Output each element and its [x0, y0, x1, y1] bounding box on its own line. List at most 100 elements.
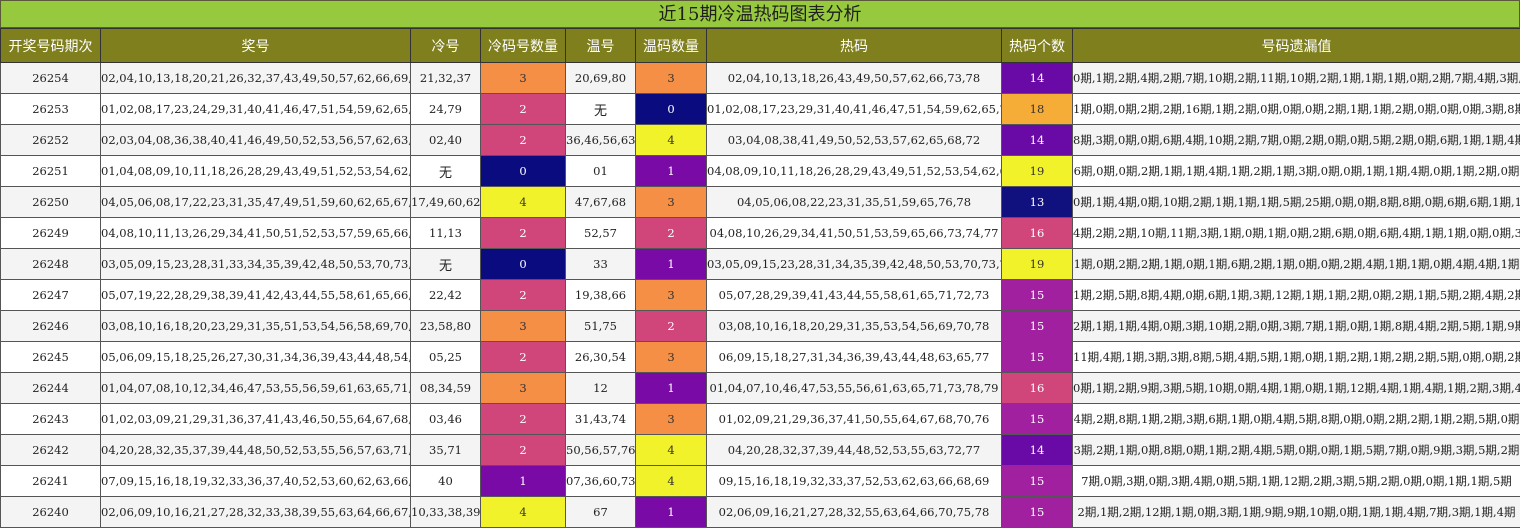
cell-numbers: 01,04,08,09,10,11,18,26,28,29,43,49,51,5… [100, 155, 411, 187]
cell-warm: 26,30,54 [565, 341, 636, 373]
cell-hot: 04,20,28,32,37,39,44,48,52,53,55,63,72,7… [706, 434, 1002, 466]
cell-numbers: 04,05,06,08,17,22,23,31,35,47,49,51,59,6… [100, 186, 411, 218]
cell-hot: 09,15,16,18,19,32,33,37,52,53,62,63,66,6… [706, 465, 1002, 497]
cell-cold-count: 1 [480, 465, 566, 497]
cell-warm: 33 [565, 248, 636, 280]
cell-numbers: 01,02,03,09,21,29,31,36,37,41,43,46,50,5… [100, 403, 411, 435]
header-hot-count: 热码个数 [1001, 28, 1073, 63]
cell-cold: 无 [410, 155, 481, 187]
cell-warm: 01 [565, 155, 636, 187]
cell-numbers: 02,03,04,08,36,38,40,41,46,49,50,52,53,5… [100, 124, 411, 156]
cell-period: 26246 [0, 310, 101, 342]
cell-hot: 01,02,08,17,23,29,31,40,41,46,47,51,54,5… [706, 93, 1002, 125]
cell-warm-count: 1 [635, 372, 707, 404]
cell-warm-count: 3 [635, 341, 707, 373]
header-cold: 冷号 [410, 28, 481, 63]
cell-cold-count: 2 [480, 341, 566, 373]
cell-cold-count: 2 [480, 93, 566, 125]
cell-cold: 02,40 [410, 124, 481, 156]
cell-warm: 31,43,74 [565, 403, 636, 435]
cell-missing: 4期,2期,8期,1期,2期,3期,6期,1期,0期,4期,5期,8期,0期,0… [1072, 403, 1520, 435]
cell-hot: 03,05,09,15,23,28,31,34,35,39,42,48,50,5… [706, 248, 1002, 280]
cell-missing: 3期,2期,1期,0期,8期,0期,1期,2期,4期,5期,0期,0期,1期,5… [1072, 434, 1520, 466]
cell-hot-count: 16 [1001, 217, 1073, 249]
cell-numbers: 04,20,28,32,35,37,39,44,48,50,52,53,55,5… [100, 434, 411, 466]
cell-cold-count: 2 [480, 403, 566, 435]
cell-period: 26243 [0, 403, 101, 435]
cell-hot-count: 15 [1001, 465, 1073, 497]
cell-hot: 02,04,10,13,18,26,43,49,50,57,62,66,73,7… [706, 62, 1002, 94]
table-row: 26242 04,20,28,32,35,37,39,44,48,50,52,53… [0, 434, 1520, 466]
cell-missing: 11期,4期,1期,3期,3期,8期,5期,4期,5期,1期,0期,1期,2期,… [1072, 341, 1520, 373]
cell-cold: 08,34,59 [410, 372, 481, 404]
cell-period: 26242 [0, 434, 101, 466]
cell-period: 26249 [0, 217, 101, 249]
cell-warm-count: 1 [635, 248, 707, 280]
header-hot: 热码 [706, 28, 1002, 63]
cell-hot-count: 16 [1001, 372, 1073, 404]
cell-missing: 2期,1期,1期,4期,0期,3期,10期,2期,0期,3期,7期,1期,0期,… [1072, 310, 1520, 342]
cell-hot: 04,08,10,26,29,34,41,50,51,53,59,65,66,7… [706, 217, 1002, 249]
cell-hot-count: 15 [1001, 403, 1073, 435]
cell-warm-count: 4 [635, 465, 707, 497]
cell-warm: 47,67,68 [565, 186, 636, 218]
cell-warm: 51,75 [565, 310, 636, 342]
cell-cold: 22,42 [410, 279, 481, 311]
cell-cold-count: 2 [480, 434, 566, 466]
cell-cold: 03,46 [410, 403, 481, 435]
cell-hot: 04,08,09,10,11,18,26,28,29,43,49,51,52,5… [706, 155, 1002, 187]
cell-period: 26254 [0, 62, 101, 94]
cell-numbers: 02,06,09,10,16,21,27,28,32,33,38,39,55,6… [100, 496, 411, 528]
cell-warm-count: 4 [635, 434, 707, 466]
cell-numbers: 04,08,10,11,13,26,29,34,41,50,51,52,53,5… [100, 217, 411, 249]
table-row: 26254 02,04,10,13,18,20,21,26,32,37,43,49… [0, 62, 1520, 94]
table-row: 26250 04,05,06,08,17,22,23,31,35,47,49,51… [0, 186, 1520, 218]
cell-warm-count: 3 [635, 62, 707, 94]
cell-numbers: 03,08,10,16,18,20,23,29,31,35,51,53,54,5… [100, 310, 411, 342]
cell-period: 26251 [0, 155, 101, 187]
cell-warm-count: 2 [635, 217, 707, 249]
cell-cold: 35,71 [410, 434, 481, 466]
header-numbers: 奖号 [100, 28, 411, 63]
cell-cold-count: 3 [480, 310, 566, 342]
cell-cold: 17,49,60,62 [410, 186, 481, 218]
hot-cold-table: 开奖号码期次 奖号 冷号 冷码号数量 温号 温码数量 热码 热码个数 号码遗漏值… [0, 28, 1520, 528]
cell-warm: 67 [565, 496, 636, 528]
cell-hot: 01,04,07,10,46,47,53,55,56,61,63,65,71,7… [706, 372, 1002, 404]
cell-warm: 50,56,57,76 [565, 434, 636, 466]
cell-hot-count: 15 [1001, 310, 1073, 342]
cell-missing: 2期,1期,2期,12期,1期,0期,3期,1期,9期,9期,10期,0期,1期… [1072, 496, 1520, 528]
cell-numbers: 02,04,10,13,18,20,21,26,32,37,43,49,50,5… [100, 62, 411, 94]
cell-hot: 06,09,15,18,27,31,34,36,39,43,44,48,63,6… [706, 341, 1002, 373]
cell-hot: 02,06,09,16,21,27,28,32,55,63,64,66,70,7… [706, 496, 1002, 528]
cell-missing: 8期,3期,0期,0期,6期,4期,10期,2期,7期,0期,2期,0期,0期,… [1072, 124, 1520, 156]
cell-numbers: 05,06,09,15,18,25,26,27,30,31,34,36,39,4… [100, 341, 411, 373]
table-body: 26254 02,04,10,13,18,20,21,26,32,37,43,49… [0, 62, 1520, 528]
cell-hot-count: 14 [1001, 434, 1073, 466]
cell-cold-count: 4 [480, 496, 566, 528]
cell-hot-count: 15 [1001, 279, 1073, 311]
cell-warm: 19,38,66 [565, 279, 636, 311]
cell-period: 26252 [0, 124, 101, 156]
cell-period: 26248 [0, 248, 101, 280]
header-warm-count: 温码数量 [635, 28, 707, 63]
cell-missing: 7期,0期,3期,0期,3期,4期,0期,5期,1期,12期,2期,3期,5期,… [1072, 465, 1520, 497]
table-row: 26246 03,08,10,16,18,20,23,29,31,35,51,53… [0, 310, 1520, 342]
cell-warm-count: 1 [635, 496, 707, 528]
cell-missing: 6期,0期,0期,2期,1期,1期,4期,1期,2期,1期,3期,0期,0期,1… [1072, 155, 1520, 187]
cell-warm: 36,46,56,63 [565, 124, 636, 156]
cell-hot: 03,08,10,16,18,20,29,31,35,53,54,56,69,7… [706, 310, 1002, 342]
cell-numbers: 01,04,07,08,10,12,34,46,47,53,55,56,59,6… [100, 372, 411, 404]
cell-cold-count: 0 [480, 248, 566, 280]
header-cold-count: 冷码号数量 [480, 28, 566, 63]
table-row: 26244 01,04,07,08,10,12,34,46,47,53,55,56… [0, 372, 1520, 404]
cell-hot-count: 19 [1001, 155, 1073, 187]
cell-cold: 40 [410, 465, 481, 497]
cell-missing: 0期,1期,2期,9期,3期,5期,10期,0期,4期,1期,0期,1期,12期… [1072, 372, 1520, 404]
cell-cold-count: 3 [480, 372, 566, 404]
cell-numbers: 05,07,19,22,28,29,38,39,41,42,43,44,55,5… [100, 279, 411, 311]
cell-numbers: 03,05,09,15,23,28,31,33,34,35,39,42,48,5… [100, 248, 411, 280]
cell-warm-count: 4 [635, 124, 707, 156]
cell-period: 26241 [0, 465, 101, 497]
cell-cold-count: 2 [480, 279, 566, 311]
